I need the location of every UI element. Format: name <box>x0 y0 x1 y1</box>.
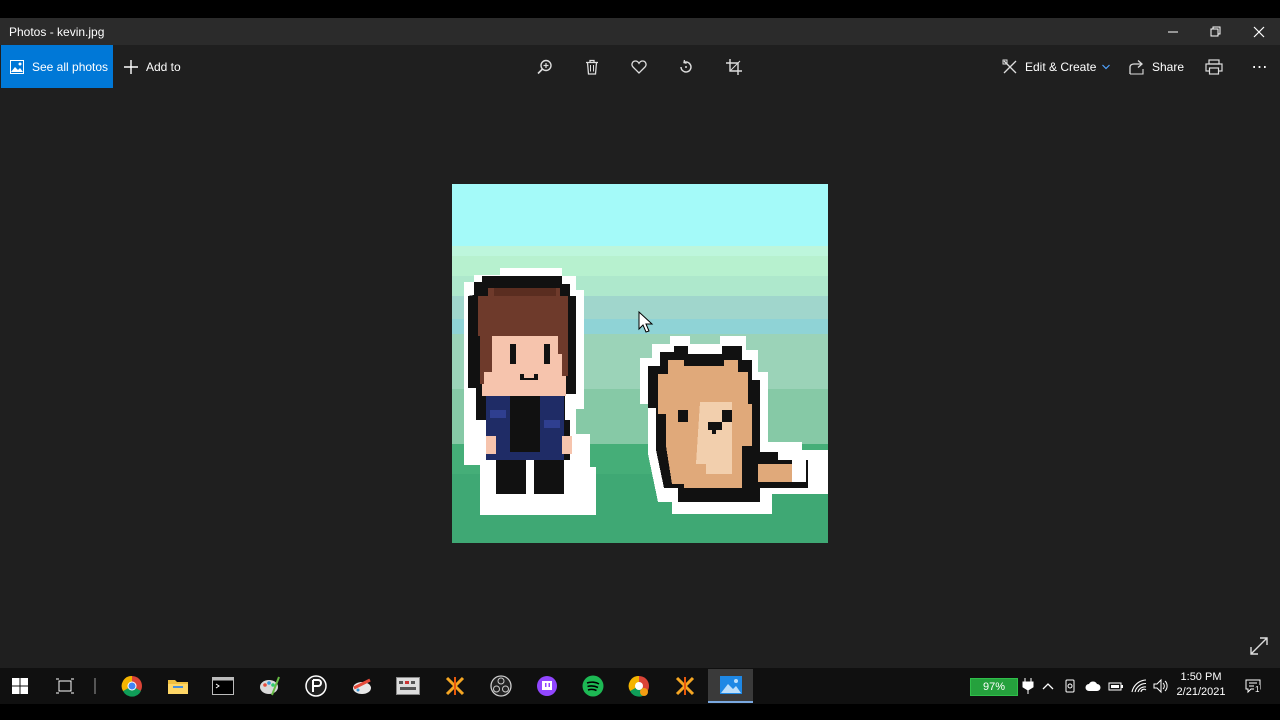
rotate-icon <box>680 59 692 73</box>
pixel-app-icon <box>305 675 327 697</box>
power-plug-tray[interactable] <box>1020 677 1036 695</box>
title-bar: Photos - kevin.jpg <box>0 18 1280 45</box>
chrome-alt-icon <box>628 675 649 697</box>
edit-create-label: Edit & Create <box>1025 59 1097 74</box>
plug-icon <box>1022 678 1034 694</box>
crop-icon <box>726 59 742 75</box>
show-hidden-icons-button[interactable] <box>1040 677 1056 695</box>
photos-icon <box>719 676 742 694</box>
close-button[interactable] <box>1237 18 1280 45</box>
zoom-button[interactable] <box>534 56 556 78</box>
add-to-button[interactable]: Add to <box>124 45 181 88</box>
share-button[interactable]: Share <box>1129 45 1184 88</box>
edit-create-button[interactable]: Edit & Create <box>1002 45 1111 88</box>
speaker-icon <box>1153 678 1168 694</box>
delete-button[interactable] <box>581 56 603 78</box>
folder-icon <box>168 680 188 694</box>
terminal-icon <box>212 677 234 695</box>
twitch-icon <box>537 676 557 696</box>
print-button[interactable] <box>1205 56 1225 78</box>
boy-character <box>464 268 596 515</box>
bottom-letterbox <box>0 704 1280 720</box>
palette-icon <box>260 676 280 696</box>
spotify-icon <box>582 675 604 697</box>
heart-icon <box>631 60 647 74</box>
windows-icon <box>12 678 28 694</box>
chrome-taskbar-icon[interactable] <box>117 671 147 701</box>
keyboard-taskbar-icon[interactable] <box>393 671 423 701</box>
photos-taskbar-icon[interactable] <box>708 669 753 703</box>
notification-count: 1 <box>1254 685 1261 694</box>
onedrive-tray[interactable] <box>1085 677 1101 695</box>
terminal-taskbar-icon[interactable] <box>208 671 238 701</box>
crop-button[interactable] <box>723 56 745 78</box>
jetbrains-taskbar-icon[interactable] <box>440 671 470 701</box>
taskbar-clock[interactable]: 1:50 PM 2/21/2021 <box>1170 670 1232 700</box>
paint-brush-icon <box>353 678 371 694</box>
chevron-up-icon <box>1042 683 1054 690</box>
more-options-button[interactable]: ⋯ <box>1250 56 1270 78</box>
restore-button[interactable] <box>1194 18 1237 45</box>
add-to-label: Add to <box>146 59 181 74</box>
taskbar: 97% 1:50 PM 2/21/2021 1 <box>0 668 1280 704</box>
zoom-icon <box>537 59 552 75</box>
share-label: Share <box>1152 59 1185 74</box>
pixel-art-image <box>452 184 828 543</box>
chrome-alt-taskbar-icon[interactable] <box>624 671 654 701</box>
paint-taskbar-icon[interactable] <box>254 671 284 701</box>
file-explorer-taskbar-icon[interactable] <box>163 671 193 701</box>
jetbrains-alt-icon <box>675 676 695 696</box>
edit-icon <box>1002 59 1017 73</box>
see-all-photos-label: See all photos <box>32 59 109 74</box>
see-all-photos-button[interactable]: See all photos <box>1 45 113 88</box>
spotify-taskbar-icon[interactable] <box>578 671 608 701</box>
action-center-button[interactable]: 1 <box>1243 677 1263 695</box>
printer-icon <box>1205 59 1223 75</box>
keyboard-icon <box>396 677 420 695</box>
expand-icon[interactable] <box>1250 637 1268 655</box>
share-icon <box>1129 59 1144 75</box>
favorite-button[interactable] <box>628 56 650 78</box>
clock-date: 2/21/2021 <box>1176 686 1226 698</box>
toolbar: See all photos Add to Edit & Create Shar… <box>0 45 1280 88</box>
volume-tray[interactable] <box>1153 677 1169 695</box>
battery-percent[interactable]: 97% <box>970 678 1018 696</box>
device-tray[interactable] <box>1062 677 1078 695</box>
gallery-icon <box>10 59 24 74</box>
rotate-button[interactable] <box>675 56 697 78</box>
chrome-icon <box>121 675 142 697</box>
minimize-button[interactable] <box>1151 18 1194 45</box>
device-icon <box>1065 679 1075 693</box>
twitch-taskbar-icon[interactable] <box>532 671 562 701</box>
battery-icon <box>1108 682 1123 691</box>
wifi-icon <box>1131 679 1147 693</box>
photo-image <box>452 184 828 543</box>
clock-time: 1:50 PM <box>1180 671 1222 683</box>
window-title: Photos - kevin.jpg <box>9 24 105 39</box>
chevron-down-icon <box>1102 64 1111 69</box>
plus-icon <box>124 59 138 74</box>
taskbar-divider <box>94 678 96 694</box>
start-button[interactable] <box>5 671 35 701</box>
jetbrains-icon <box>445 676 465 696</box>
wifi-tray[interactable] <box>1131 677 1147 695</box>
photos-app: See all photos Add to Edit & Create Shar… <box>0 45 1280 668</box>
cloud-icon <box>1085 681 1101 691</box>
jetbrains-alt-taskbar-icon[interactable] <box>670 671 700 701</box>
task-view-icon <box>56 678 74 694</box>
battery-tray[interactable] <box>1108 677 1124 695</box>
obs-taskbar-icon[interactable] <box>486 671 516 701</box>
task-view-button[interactable] <box>50 671 80 701</box>
paint-brush-taskbar-icon[interactable] <box>347 671 377 701</box>
pixel-app-taskbar-icon[interactable] <box>301 671 331 701</box>
obs-icon <box>490 675 512 697</box>
top-letterbox <box>0 0 1280 18</box>
mouse-cursor-icon <box>638 310 654 333</box>
trash-icon <box>586 59 598 75</box>
